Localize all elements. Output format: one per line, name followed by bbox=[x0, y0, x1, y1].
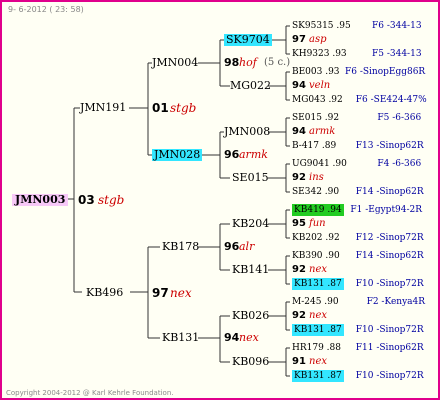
group-breeder: nex bbox=[309, 356, 327, 367]
ancestor-id: F2 -Kenya4R bbox=[366, 297, 426, 307]
ancestor-id: F10 -Sinop72R bbox=[355, 371, 424, 381]
group-year: 92 bbox=[292, 264, 306, 275]
group-year: 97 bbox=[292, 34, 306, 45]
group-breeder: ins bbox=[309, 172, 324, 183]
ancestor-entry[interactable]: M-245 .90 bbox=[292, 296, 339, 308]
ancestor-entry[interactable]: KB390 .90 bbox=[292, 250, 340, 262]
root-year: 03 bbox=[78, 193, 95, 207]
gp-name-kb178[interactable]: KB178 bbox=[162, 241, 199, 253]
gp-year: 98 bbox=[224, 56, 240, 69]
ancestor-id: F6 -SinopEgg86R bbox=[345, 67, 426, 77]
gp-name[interactable]: JMN008 bbox=[224, 126, 270, 138]
gp-name[interactable]: JMN004 bbox=[152, 57, 198, 69]
dam-name[interactable]: KB496 bbox=[86, 287, 123, 299]
gp-name[interactable]: KB096 bbox=[232, 356, 269, 368]
group-breeder: armk bbox=[309, 126, 336, 137]
ancestor-entry[interactable]: SE342 .90 bbox=[292, 186, 339, 198]
ancestor-id: F11 -Sinop62R bbox=[355, 343, 424, 353]
ancestor-id: F5 -6-366 bbox=[377, 113, 422, 123]
sire-name[interactable]: JMN191 bbox=[80, 102, 126, 114]
ancestor-id: F13 -Sinop62R bbox=[355, 141, 424, 151]
ancestor-entry[interactable]: BE003 .93 bbox=[292, 66, 340, 78]
ancestor-id: F5 -344-13 bbox=[372, 49, 422, 59]
ancestor-id: F10 -Sinop72R bbox=[355, 325, 424, 335]
sire-breeder: stgb bbox=[170, 101, 197, 115]
group-year: 94 bbox=[292, 126, 306, 137]
ancestor-entry[interactable]: MG043 .92 bbox=[292, 94, 343, 106]
group-breeder: asp bbox=[309, 34, 327, 45]
ancestor-entry[interactable]: KB131 .87 bbox=[292, 278, 344, 290]
ancestor-entry[interactable]: KB202 .92 bbox=[292, 232, 340, 244]
group-year: 91 bbox=[292, 356, 306, 367]
group-breeder: fun bbox=[309, 218, 326, 229]
ancestor-id: F14 -Sinop62R bbox=[355, 187, 424, 197]
gp-breeder: hof bbox=[239, 56, 257, 69]
root-breeder: stgb bbox=[98, 193, 125, 207]
group-breeder: nex bbox=[309, 264, 327, 275]
dam-year: 97 bbox=[152, 286, 169, 300]
group-year: 94 bbox=[292, 80, 306, 91]
print-date: 9- 6-2012 ( 23: 58) bbox=[8, 5, 84, 14]
ancestor-entry[interactable]: UG9041 .90 bbox=[292, 158, 347, 170]
group-breeder: veln bbox=[309, 80, 331, 91]
ancestor-entry[interactable]: SE015 .92 bbox=[292, 112, 339, 124]
ancestor-id: F14 -Sinop62R bbox=[355, 251, 424, 261]
ancestor-entry[interactable]: KH9323 .93 bbox=[292, 48, 347, 60]
ancestor-id: F12 -Sinop72R bbox=[355, 233, 424, 243]
ancestor-id: F10 -Sinop72R bbox=[355, 279, 424, 289]
gp-name[interactable]: MG022 bbox=[230, 80, 271, 92]
dam-breeder: nex bbox=[170, 286, 192, 300]
gp-year: 94 bbox=[224, 331, 240, 344]
gp-name-kb131[interactable]: KB131 bbox=[162, 332, 199, 344]
ancestor-entry[interactable]: KB131 .87 bbox=[292, 370, 344, 382]
gp-name[interactable]: SE015 bbox=[232, 172, 269, 184]
copyright: Copyright 2004-2012 @ Karl Kehrle Founda… bbox=[6, 389, 174, 397]
gp-year: 96 bbox=[224, 240, 240, 253]
ancestor-entry[interactable]: KB131 .87 bbox=[292, 324, 344, 336]
gp-name[interactable]: KB204 bbox=[232, 218, 269, 230]
gp-year: 96 bbox=[224, 148, 240, 161]
ancestor-id: F6 -344-13 bbox=[372, 21, 422, 31]
sire-year: 01 bbox=[152, 101, 169, 115]
root-queen-name[interactable]: JMN003 bbox=[12, 194, 69, 206]
ancestor-id: F6 -SE424-47% bbox=[355, 95, 427, 105]
gp-name[interactable]: JMN028 bbox=[152, 149, 203, 161]
group-year: 92 bbox=[292, 172, 306, 183]
ancestor-entry[interactable]: SK95315 .95 bbox=[292, 20, 351, 32]
gp-breeder: alr bbox=[239, 240, 255, 253]
gp-note: (5 c.) bbox=[264, 57, 291, 68]
gp-breeder: armk bbox=[239, 148, 268, 161]
gp-name[interactable]: KB026 bbox=[232, 310, 269, 322]
ggp-name[interactable]: SK9704 bbox=[224, 34, 272, 46]
group-breeder: nex bbox=[309, 310, 327, 321]
ancestor-entry[interactable]: B-417 .89 bbox=[292, 140, 336, 152]
gp-breeder: nex bbox=[239, 331, 259, 344]
group-year: 92 bbox=[292, 310, 306, 321]
ancestor-entry[interactable]: KB419 .94 bbox=[292, 204, 344, 216]
ancestor-id: F1 -Egypt94-2R bbox=[350, 205, 423, 215]
group-year: 95 bbox=[292, 218, 306, 229]
ancestor-entry[interactable]: HR179 .88 bbox=[292, 342, 341, 354]
ancestor-id: F4 -6-366 bbox=[377, 159, 422, 169]
pedigree-frame: 9- 6-2012 ( 23: 58) Copyright 2004-2012 … bbox=[0, 0, 440, 400]
gp-name[interactable]: KB141 bbox=[232, 264, 269, 276]
